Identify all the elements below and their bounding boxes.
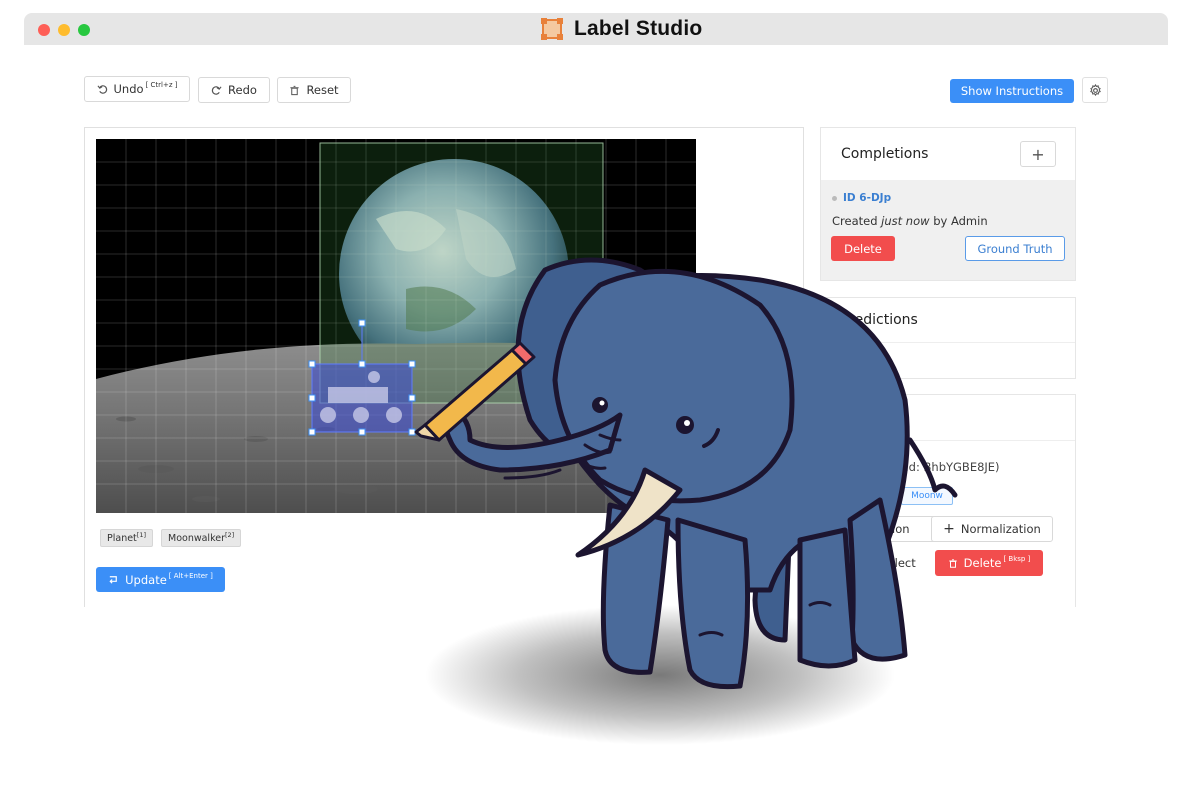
label-moonwalker[interactable]: Moonwalker [2] [161, 529, 242, 547]
plus-icon: + [943, 521, 955, 537]
trash-icon [290, 85, 300, 95]
label-planet-name: Planet [107, 532, 137, 544]
image-canvas[interactable] [96, 139, 696, 513]
moon-earth-image [96, 139, 696, 513]
reset-label: Reset [306, 83, 339, 97]
divider [821, 342, 1075, 343]
delete-entity-shortcut: [ Bksp ] [1003, 555, 1031, 563]
completion-created: Created just now by Admin [832, 214, 988, 228]
app-title: Label Studio [574, 17, 703, 40]
close-window-button[interactable] [38, 24, 50, 36]
settings-button[interactable] [1082, 77, 1108, 103]
completion-bullet-icon [832, 196, 837, 201]
app-brand: Label Studio [540, 17, 702, 41]
delete-entity-label: Delete [963, 556, 1002, 570]
show-instructions-button[interactable]: Show Instructions [950, 79, 1074, 103]
delete-completion-button[interactable]: Delete [831, 236, 895, 261]
minimize-window-button[interactable] [58, 24, 70, 36]
completion-item[interactable]: ID 6-DJp Created just now by Admin Delet… [821, 180, 1075, 280]
update-button[interactable]: Update[ Alt+Enter ] [96, 567, 225, 592]
unselect-label: nselect [874, 556, 916, 570]
label-moonwalker-key: [2] [225, 531, 235, 539]
entity-label-tag: Moonw [901, 487, 953, 505]
undo-icon [97, 84, 107, 94]
relation-label: ation [880, 522, 910, 536]
entity-id: (id: BhbYGBE8JE) [901, 460, 1000, 474]
redo-label: Redo [228, 83, 257, 97]
label-studio-logo-icon [541, 18, 563, 40]
unselect-button[interactable]: nselect [841, 550, 949, 576]
show-instructions-label: Show Instructions [960, 84, 1064, 98]
pager-value: 100 [768, 578, 789, 591]
undo-label: Undo [113, 82, 144, 96]
elephant-shadow [425, 605, 895, 745]
label-moonwalker-name: Moonwalker [168, 532, 225, 544]
window-titlebar: Label Studio [24, 13, 1168, 45]
delete-entity-button[interactable]: Delete[ Bksp ] [935, 550, 1043, 576]
relations-count: es (2) [841, 585, 873, 598]
completions-title: Completions [841, 146, 929, 162]
normalization-label: Normalization [960, 522, 1041, 536]
predictions-panel: Predictions ictions [820, 297, 1076, 379]
undo-shortcut: [ Ctrl+z ] [145, 81, 178, 89]
add-completion-button[interactable]: + [1020, 141, 1056, 167]
update-icon [109, 576, 117, 584]
redo-button[interactable]: Redo [198, 77, 270, 103]
completions-panel: Completions + ID 6-DJp Created just now … [820, 127, 1076, 281]
update-label: Update [125, 572, 167, 587]
label-planet[interactable]: Planet [1] [100, 529, 153, 547]
ground-truth-button[interactable]: Ground Truth [965, 236, 1065, 261]
predictions-title: Predictions [841, 312, 918, 328]
label-planet-key: [1] [136, 531, 146, 539]
undo-button[interactable]: Undo[ Ctrl+z ] [84, 76, 190, 102]
gear-icon [1089, 83, 1101, 96]
trash-icon [948, 558, 957, 568]
divider [821, 440, 1075, 441]
completion-id: ID 6-DJp [843, 192, 892, 204]
reset-button[interactable]: Reset [277, 77, 351, 103]
predictions-empty-text: ictions [841, 352, 879, 366]
maximize-window-button[interactable] [78, 24, 90, 36]
update-shortcut: [ Alt+Enter ] [168, 571, 213, 580]
entity-panel: (id: BhbYGBE8JE) Moonw ation + Normaliza… [820, 394, 1076, 607]
add-normalization-button[interactable]: + Normalization [931, 516, 1053, 542]
redo-icon [211, 85, 222, 95]
